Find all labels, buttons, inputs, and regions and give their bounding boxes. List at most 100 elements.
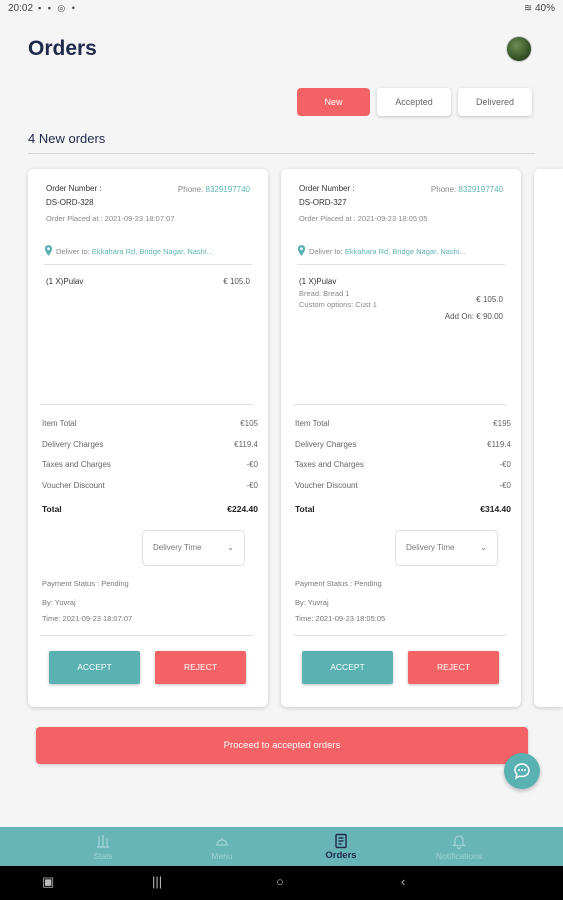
item-total-label: Item Total (295, 419, 330, 428)
divider (293, 635, 507, 636)
chevron-down-icon: ⌄ (480, 543, 487, 552)
back-icon[interactable]: ‹ (401, 874, 405, 889)
delivery-time-select[interactable]: Delivery Time ⌄ (142, 530, 245, 566)
delivery-time-placeholder: Delivery Time (406, 543, 455, 552)
tab-delivered[interactable]: Delivered (458, 88, 532, 116)
bell-icon (451, 835, 467, 849)
new-orders-count: 4 New orders (28, 131, 106, 146)
delivery-address[interactable]: Ekkahara Rd, Bridge Nagar, Nashi... (92, 247, 213, 256)
nav-notifications[interactable]: Notifications (409, 827, 509, 866)
item-option-bread: Bread: Bread 1 (299, 289, 350, 298)
phone-number[interactable]: 8329197740 (206, 185, 251, 194)
tab-new[interactable]: New (297, 88, 370, 116)
delivery-time-placeholder: Delivery Time (153, 543, 202, 552)
chat-button[interactable] (504, 753, 540, 789)
item-option-custom: Custom options: Cust 1 (299, 300, 377, 309)
home-icon[interactable]: ○ (276, 874, 284, 889)
location-pin-icon (297, 245, 306, 256)
total-value: €224.40 (227, 504, 258, 514)
item-total-value: €105 (240, 419, 258, 428)
item-price: € 105.0 (476, 295, 503, 304)
accept-button[interactable]: ACCEPT (49, 651, 140, 684)
tab-accepted[interactable]: Accepted (377, 88, 451, 116)
order-number: DS-ORD-327 (299, 198, 347, 207)
order-time: Time: 2021-09-23 18:05:05 (295, 614, 386, 623)
voucher-value: -€0 (499, 481, 511, 490)
delivery-time-select[interactable]: Delivery Time ⌄ (395, 530, 498, 566)
order-number-label: Order Number : (299, 184, 355, 193)
location-pin-icon (44, 245, 53, 256)
nav-menu[interactable]: Menu (172, 827, 272, 866)
phone-label: Phone: (430, 185, 457, 194)
phone: Phone: 8329197740 (431, 185, 503, 194)
stats-icon (97, 835, 109, 848)
divider (40, 404, 254, 405)
keyboard-icon[interactable]: ▣ (42, 874, 54, 890)
item-addon: Add On: € 90.00 (444, 312, 503, 321)
taxes-value: -€0 (246, 460, 258, 469)
payment-status: Payment Status : Pending (295, 579, 382, 588)
total-label: Total (42, 504, 62, 514)
nav-orders-label: Orders (325, 850, 357, 861)
deliver-to-label: Deliver to: (56, 247, 90, 256)
recent-apps-icon[interactable]: ||| (152, 874, 162, 889)
order-card-peek[interactable] (534, 169, 563, 707)
delivery-charges-label: Delivery Charges (42, 440, 104, 449)
voucher-value: -€0 (246, 481, 258, 490)
nav-stats[interactable]: Stats (53, 827, 153, 866)
order-number-label: Order Number : (46, 184, 102, 193)
divider (40, 635, 254, 636)
divider (44, 264, 252, 265)
bottom-nav: Stats Menu Orders Notifications (0, 827, 563, 866)
item-total-label: Item Total (42, 419, 77, 428)
order-number: DS-ORD-328 (46, 198, 94, 207)
total-value: €314.40 (480, 504, 511, 514)
accept-button[interactable]: ACCEPT (302, 651, 393, 684)
ordered-by: By: Yuvraj (42, 598, 76, 607)
item-price: € 105.0 (223, 277, 250, 286)
order-card: Order Number : DS-ORD-327 Phone: 8329197… (281, 169, 521, 707)
chat-icon (514, 763, 530, 780)
orders-icon (335, 833, 347, 849)
order-card: Order Number : DS-ORD-328 Phone: 8329197… (28, 169, 268, 707)
delivery-charges-value: €119.4 (234, 440, 258, 449)
voucher-label: Voucher Discount (295, 481, 358, 490)
total-label: Total (295, 504, 315, 514)
taxes-label: Taxes and Charges (295, 460, 364, 469)
nav-orders[interactable]: Orders (291, 827, 391, 866)
divider (28, 153, 535, 154)
reject-button[interactable]: REJECT (408, 651, 499, 684)
notification-icons: ▪ ▪ ◎ • (38, 3, 77, 13)
deliver-to-label: Deliver to: (309, 247, 343, 256)
phone-label: Phone: (177, 185, 204, 194)
order-time: Time: 2021-09-23 18:07:07 (42, 614, 133, 623)
reject-button[interactable]: REJECT (155, 651, 246, 684)
delivery-address[interactable]: Ekkahara Rd, Bridge Nagar, Nashi... (345, 247, 466, 256)
delivery-charges-value: €119.4 (487, 440, 511, 449)
phone: Phone: 8329197740 (178, 185, 250, 194)
proceed-to-accepted-button[interactable]: Proceed to accepted orders (36, 727, 528, 764)
deliver-to: Deliver to: Ekkahara Rd, Bridge Nagar, N… (56, 247, 213, 256)
item-total-value: €195 (493, 419, 511, 428)
phone-number[interactable]: 8329197740 (459, 185, 504, 194)
ordered-by: By: Yuvraj (295, 598, 329, 607)
menu-cloche-icon (216, 838, 228, 846)
status-time: 20:02 (8, 3, 34, 14)
delivery-charges-label: Delivery Charges (295, 440, 357, 449)
order-placed-at: Order Placed at : 2021-09-23 18:05:05 (299, 214, 428, 223)
status-bar: 20:02 ▪ ▪ ◎ • ≋ 40% (0, 0, 563, 18)
system-nav-bar: ▣ ||| ○ ‹ (0, 866, 563, 900)
item-name: (1 X)Pulav (46, 277, 84, 286)
order-placed-at: Order Placed at : 2021-09-23 18:07:07 (46, 214, 175, 223)
avatar[interactable] (506, 36, 532, 62)
divider (297, 264, 505, 265)
item-name: (1 X)Pulav (299, 277, 337, 286)
chevron-down-icon: ⌄ (227, 543, 234, 552)
deliver-to: Deliver to: Ekkahara Rd, Bridge Nagar, N… (309, 247, 466, 256)
page-title: Orders (28, 37, 97, 60)
battery-level: 40% (534, 3, 555, 14)
nav-stats-label: Stats (93, 851, 113, 861)
voucher-label: Voucher Discount (42, 481, 105, 490)
taxes-label: Taxes and Charges (42, 460, 111, 469)
status-right: ≋ 40% (524, 3, 555, 14)
